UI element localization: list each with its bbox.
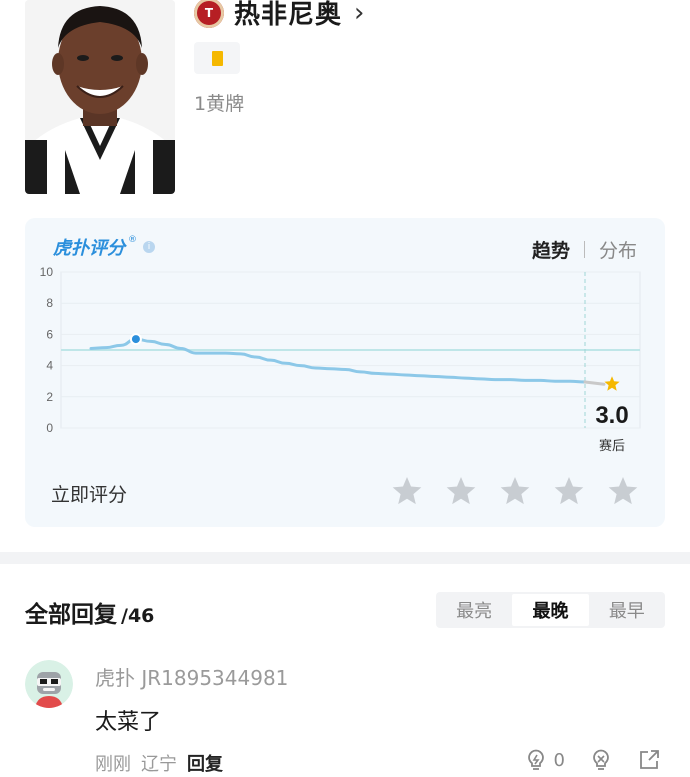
- comment-actions: 0: [524, 748, 661, 772]
- rate-star-icon[interactable]: [391, 475, 423, 507]
- yellow-card-badge: [194, 42, 240, 74]
- comment-time: 刚刚: [95, 754, 131, 775]
- yellow-card-icon: [211, 50, 223, 66]
- hupu-rating-brand: 虎扑评分 ® i: [53, 234, 155, 260]
- card-summary: 1黄牌: [194, 93, 245, 115]
- like-count: 0: [553, 749, 565, 771]
- team-name[interactable]: 热非尼奥: [234, 0, 342, 31]
- comment-text: 太菜了: [95, 710, 162, 735]
- y-tick-label: 6: [46, 327, 53, 341]
- rating-panel: 虎扑评分 ® i 趋势 分布 10 8 6 4 2 0 3.0 赛后 立即评分: [25, 218, 665, 527]
- rate-star-icon[interactable]: [607, 475, 639, 507]
- view-switch: 趋势 分布: [532, 236, 637, 263]
- rating-stars: [391, 475, 639, 507]
- tab-trend[interactable]: 趋势: [532, 236, 570, 263]
- sort-brightest[interactable]: 最亮: [436, 592, 512, 628]
- switch-divider: [583, 241, 585, 258]
- final-score-star-icon: [604, 376, 620, 391]
- rating-trend-chart: 10 8 6 4 2 0 3.0 赛后: [40, 265, 641, 454]
- replies-title: 全部回复/46: [25, 595, 154, 629]
- reply-button[interactable]: 回复: [187, 750, 223, 776]
- info-icon[interactable]: i: [143, 241, 155, 253]
- replies-title-text: 全部回复: [25, 602, 117, 628]
- tail-line: [583, 380, 606, 386]
- rate-star-icon[interactable]: [553, 475, 585, 507]
- rating-series-line: [89, 337, 587, 384]
- rate-star-icon[interactable]: [499, 475, 531, 507]
- y-tick-label: 4: [46, 359, 53, 373]
- sort-switch: 最亮 最晚 最早: [436, 592, 665, 628]
- chevron-right-icon: ›: [354, 0, 365, 28]
- team-logo-icon: T: [194, 0, 224, 28]
- list-item: 虎扑 JR1895344981 太菜了 刚刚 辽宁 回复 0: [25, 660, 665, 777]
- highlight-point: [129, 333, 142, 346]
- share-button[interactable]: [637, 748, 661, 772]
- registered-mark: ®: [128, 235, 137, 245]
- dislike-button[interactable]: [589, 748, 613, 772]
- final-score-label: 赛后: [599, 438, 625, 454]
- player-photo: [25, 0, 175, 194]
- team-link[interactable]: T 热非尼奥 ›: [194, 0, 364, 31]
- rate-now-label: 立即评分: [51, 484, 128, 506]
- comment-location: 辽宁: [141, 754, 177, 775]
- comment-meta: 刚刚 辽宁 回复: [95, 750, 223, 776]
- y-tick-label: 2: [46, 390, 53, 404]
- final-score-value: 3.0: [595, 402, 628, 429]
- section-divider: [0, 552, 690, 564]
- sort-latest[interactable]: 最晚: [512, 594, 589, 626]
- like-button[interactable]: 0: [524, 748, 565, 772]
- y-tick-label: 10: [40, 265, 54, 279]
- avatar[interactable]: [25, 660, 73, 708]
- lightbulb-icon: [527, 749, 544, 770]
- sort-earliest[interactable]: 最早: [589, 592, 665, 628]
- y-tick-label: 0: [46, 421, 53, 435]
- comment-username[interactable]: 虎扑 JR1895344981: [95, 662, 288, 691]
- share-icon: [640, 750, 659, 769]
- replies-count: /46: [121, 605, 155, 627]
- rate-star-icon[interactable]: [445, 475, 477, 507]
- dim-bulb-icon: [593, 749, 609, 770]
- brand-logo: 虎扑评分: [53, 238, 125, 259]
- y-tick-label: 8: [46, 296, 53, 310]
- tab-distribution[interactable]: 分布: [599, 236, 637, 263]
